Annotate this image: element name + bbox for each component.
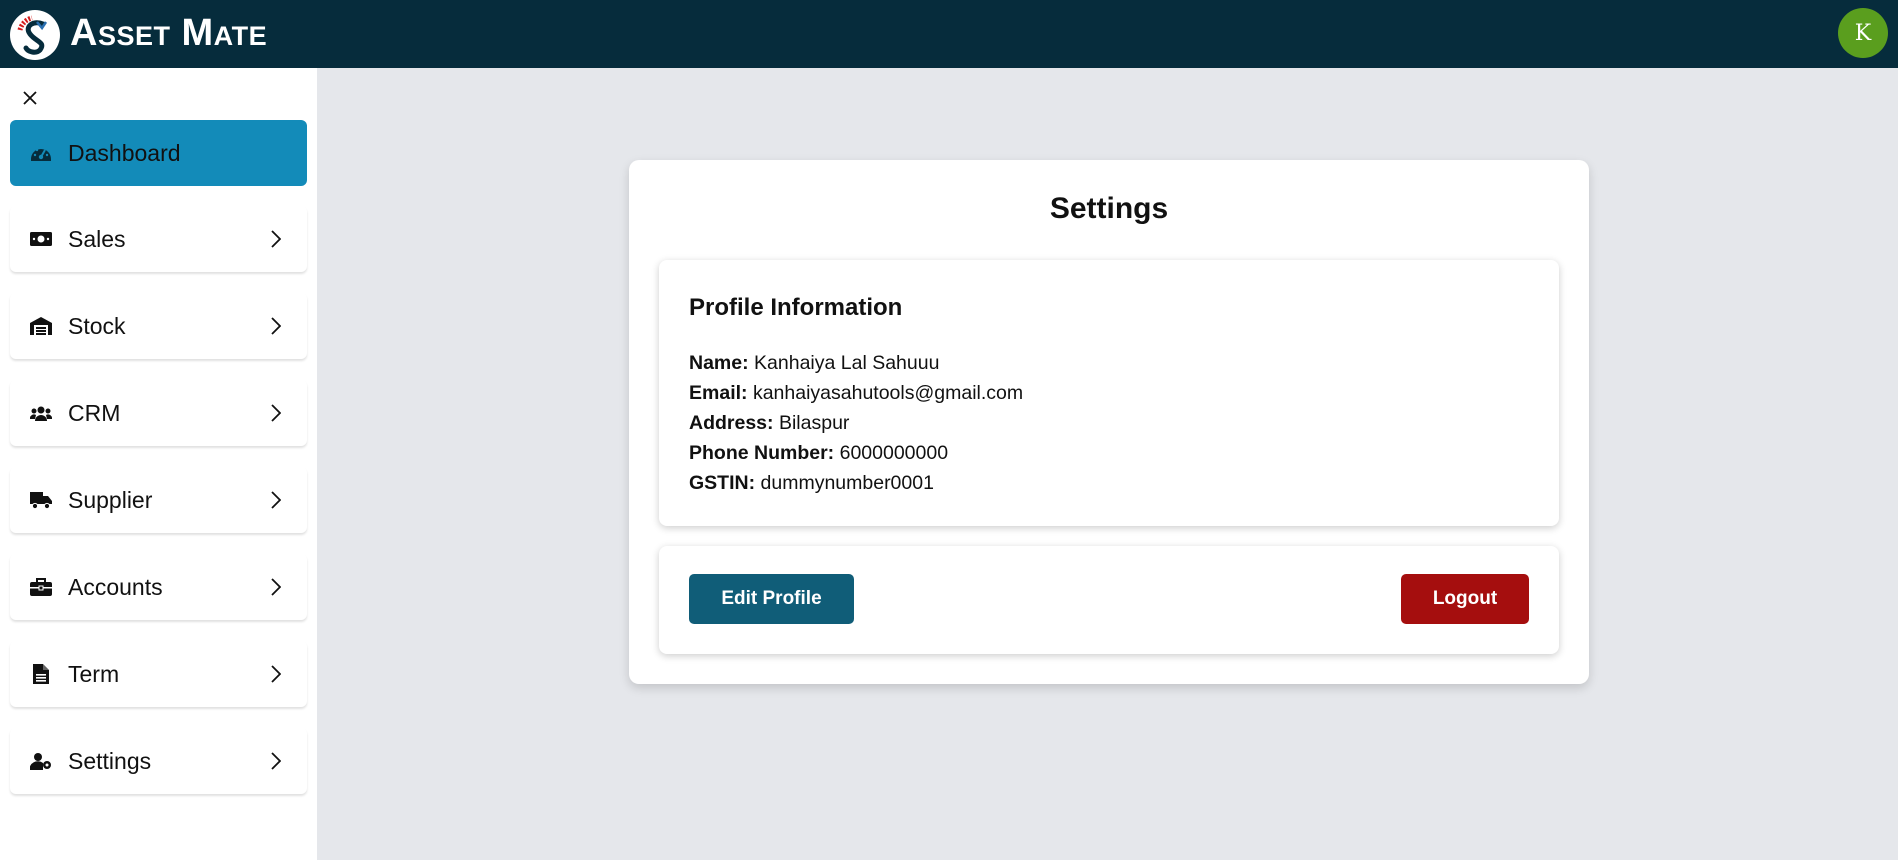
- profile-name-row: Name: Kanhaiya Lal Sahuuu: [689, 348, 1023, 378]
- sidebar-item-supplier[interactable]: Supplier: [10, 467, 307, 533]
- chevron-right-icon: [269, 489, 283, 511]
- profile-information-panel: Profile Information Name: Kanhaiya Lal S…: [659, 260, 1559, 526]
- settings-card: Settings Profile Information Name: Kanha…: [629, 160, 1589, 684]
- edit-profile-button[interactable]: Edit Profile: [689, 574, 854, 624]
- sidebar-item-crm[interactable]: CRM: [10, 380, 307, 446]
- sidebar: Dashboard Sales Stock CRM Supplier Accou…: [0, 68, 317, 860]
- sidebar-close-button[interactable]: [20, 88, 40, 108]
- dashboard-gauge-icon: [30, 142, 52, 164]
- chevron-right-icon: [269, 750, 283, 772]
- field-value: Kanhaiya Lal Sahuuu: [754, 352, 940, 374]
- field-value: Bilaspur: [778, 412, 850, 434]
- sidebar-item-label: Stock: [68, 312, 126, 339]
- sidebar-item-accounts[interactable]: Accounts: [10, 554, 307, 620]
- warehouse-icon: [30, 315, 52, 337]
- close-icon: [23, 91, 37, 105]
- chevron-right-icon: [269, 663, 283, 685]
- top-bar: Asset Mate K: [0, 0, 1898, 68]
- field-label: Email:: [689, 382, 748, 404]
- profile-heading: Profile Information: [689, 294, 903, 321]
- sidebar-item-term[interactable]: Term: [10, 641, 307, 707]
- sidebar-item-label: Dashboard: [68, 139, 181, 166]
- sidebar-item-label: Accounts: [68, 573, 163, 600]
- truck-icon: [30, 489, 52, 511]
- profile-phone-row: Phone Number: 6000000000: [689, 438, 1023, 468]
- sidebar-item-label: Term: [68, 660, 120, 687]
- field-label: GSTIN:: [689, 472, 756, 494]
- sidebar-item-sales[interactable]: Sales: [10, 206, 307, 272]
- field-value: 6000000000: [839, 442, 949, 464]
- logout-button[interactable]: Logout: [1401, 574, 1529, 624]
- field-value: kanhaiyasahutools@gmail.com: [752, 382, 1024, 404]
- field-value: dummynumber0001: [760, 472, 934, 494]
- chevron-right-icon: [269, 315, 283, 337]
- sidebar-item-label: Sales: [68, 225, 126, 252]
- app-title: Asset Mate: [70, 12, 268, 54]
- profile-gstin-row: GSTIN: dummynumber0001: [689, 468, 1023, 498]
- user-avatar[interactable]: K: [1838, 8, 1888, 58]
- field-label: Phone Number:: [689, 442, 835, 464]
- profile-details: Name: Kanhaiya Lal Sahuuu Email: kanhaiy…: [689, 348, 1023, 498]
- users-icon: [30, 402, 52, 424]
- chevron-right-icon: [269, 576, 283, 598]
- page-title: Settings: [1049, 192, 1169, 225]
- asset-mate-logo[interactable]: [10, 10, 60, 60]
- sidebar-item-stock[interactable]: Stock: [10, 293, 307, 359]
- user-gear-icon: [30, 750, 52, 772]
- briefcase-icon: [30, 576, 52, 598]
- chevron-right-icon: [269, 228, 283, 250]
- field-label: Name:: [689, 352, 749, 374]
- sidebar-item-dashboard[interactable]: Dashboard: [10, 120, 307, 186]
- money-bill-icon: [30, 228, 52, 250]
- sidebar-item-label: Settings: [68, 747, 152, 774]
- sidebar-item-label: CRM: [68, 399, 121, 426]
- sidebar-item-settings[interactable]: Settings: [10, 728, 307, 794]
- profile-actions-panel: Edit Profile Logout: [659, 546, 1559, 654]
- document-icon: [30, 663, 52, 685]
- profile-email-row: Email: kanhaiyasahutools@gmail.com: [689, 378, 1023, 408]
- profile-address-row: Address: Bilaspur: [689, 408, 1023, 438]
- field-label: Address:: [689, 412, 774, 434]
- sidebar-item-label: Supplier: [68, 486, 153, 513]
- logo-gear-s-icon: [11, 11, 59, 59]
- chevron-right-icon: [269, 402, 283, 424]
